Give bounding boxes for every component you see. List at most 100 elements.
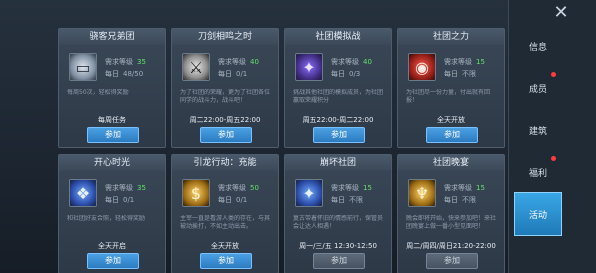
required-level-label: 需求等级	[218, 58, 246, 66]
join-button[interactable]: 参加	[200, 127, 252, 143]
activity-description: 复古带着怀旧的情感前行，保管员会让达人相遇！	[293, 215, 384, 230]
required-level: 需求等级 15	[444, 57, 485, 67]
required-level-value: 15	[476, 58, 485, 66]
side-tab[interactable]: 成员	[514, 66, 562, 110]
daily-count-label: 每日	[444, 70, 458, 78]
daily-count-value: 0/1	[123, 196, 135, 204]
activity-schedule: 周二/周四/周日21:20-22:00	[406, 242, 496, 250]
required-level-value: 50	[250, 184, 259, 192]
activity-schedule: 周二22:00-周五22:00	[189, 116, 261, 124]
side-tab-label: 活动	[528, 210, 547, 221]
daily-count: 每日 不限	[444, 195, 476, 205]
activity-title: 开心时光	[59, 155, 165, 171]
daily-count-label: 每日	[331, 196, 345, 204]
required-level-value: 15	[476, 184, 485, 192]
activity-body: $ 需求等级 50 每日 0/1 主宰一直是看游人类的存在，与其被动挨打，不如主动出击。全…	[172, 171, 278, 273]
close-icon[interactable]: ✕	[546, 0, 576, 26]
daily-count-label: 每日	[105, 70, 119, 78]
side-tab[interactable]: 福利	[514, 150, 562, 194]
join-button[interactable]: 参加	[313, 127, 365, 143]
notification-dot-icon	[551, 72, 556, 77]
activity-body: ◉ 需求等级 15 每日 不限为社团尽一份力量，付出就有回报！ 全天开放参加	[398, 45, 504, 147]
daily-count: 每日 不限	[331, 195, 363, 205]
join-button[interactable]: 参加	[313, 253, 365, 269]
activity-card: 社团之力 ◉ 需求等级 15 每日 不限 为社团尽一份力量，付出就有回报！ 全天开放 参加	[397, 28, 505, 148]
required-level: 需求等级 35	[105, 57, 146, 67]
activity-description: 晚会即将开始，快来参加吧！来社团晚宴上做一番小型见面吧！	[406, 215, 497, 230]
activity-card: 刀剑相鸣之时 ⚔ 需求等级 40 每日 0/1 为了社团的荣耀，更为了社团各位同学的战斗力，…	[171, 28, 279, 148]
activity-schedule: 全天开启	[98, 242, 126, 250]
required-level-value: 40	[250, 58, 259, 66]
activity-description: 挑战其他社团的模拟成员，为社团赢取荣耀积分	[293, 89, 384, 104]
activity-body: ♆ 需求等级 15 每日 不限 晚会即将开始，快来参加吧！来社团晚宴上做一番小型见面吧！周…	[398, 171, 504, 273]
activity-description: 每周50次，轻松得奖励	[67, 89, 129, 96]
daily-count-label: 每日	[218, 70, 232, 78]
activity-schedule: 全天开放	[437, 116, 465, 124]
required-level-label: 需求等级	[218, 184, 246, 192]
required-level-label: 需求等级	[331, 184, 359, 192]
required-level: 需求等级 15	[331, 183, 372, 193]
join-button[interactable]: 参加	[87, 253, 139, 269]
required-level: 需求等级 35	[105, 183, 146, 193]
required-level-label: 需求等级	[105, 184, 133, 192]
join-button[interactable]: 参加	[87, 127, 139, 143]
activity-title: 引龙行动：充能	[172, 155, 278, 171]
power-icon: ◉	[408, 53, 436, 81]
required-level: 需求等级 40	[218, 57, 259, 67]
activity-schedule: 周一/三/五 12:30-12:50	[299, 242, 377, 250]
required-level-label: 需求等级	[331, 58, 359, 66]
side-tab-label: 成员	[528, 84, 547, 95]
blue-crest-icon: ✦	[295, 179, 323, 207]
required-level: 需求等级 50	[218, 183, 259, 193]
daily-count: 每日 0/1	[218, 195, 247, 205]
daily-count-value: 0/1	[236, 70, 248, 78]
activity-body: ✦ 需求等级 40 每日 0/3 挑战其他社团的模拟成员，为社团赢取荣耀积分 周五22:00…	[285, 45, 391, 147]
side-tab-label: 福利	[528, 168, 547, 179]
activity-title: 社团晚宴	[398, 155, 504, 171]
daily-count-value: 48/50	[123, 70, 144, 78]
join-button[interactable]: 参加	[426, 253, 478, 269]
activity-card: 社团模拟战 ✦ 需求等级 40 每日 0/3 挑战其他社团的模拟成员，为社团赢取荣耀积分 周五…	[284, 28, 392, 148]
side-tab[interactable]: 信息	[514, 24, 562, 68]
side-tab-label: 建筑	[528, 126, 547, 137]
daily-count-value: 不限	[349, 196, 363, 204]
side-tab[interactable]: 建筑	[514, 108, 562, 152]
side-tab-label: 信息	[528, 42, 547, 53]
required-level-value: 35	[137, 184, 146, 192]
activity-card: 骁客兄弟团 ▭ 需求等级 35 每日 48/50 每周50次，轻松得奖励 每周任务 参加	[58, 28, 166, 148]
side-tab[interactable]: 活动	[514, 192, 562, 236]
daily-count-label: 每日	[331, 70, 345, 78]
daily-count: 每日 不限	[444, 69, 476, 79]
daily-count-value: 0/3	[349, 70, 361, 78]
required-level-value: 35	[137, 58, 146, 66]
activity-title: 社团模拟战	[285, 29, 391, 45]
required-level-label: 需求等级	[105, 58, 133, 66]
activity-title: 骁客兄弟团	[59, 29, 165, 45]
activity-card: 引龙行动：充能 $ 需求等级 50 每日 0/1 主宰一直是看游人类的存在，与其被动挨打，不…	[171, 154, 279, 273]
join-button[interactable]: 参加	[200, 253, 252, 269]
activity-description: 主宰一直是看游人类的存在，与其被动挨打，不如主动出击。	[180, 215, 271, 230]
photos-icon: ❖	[69, 179, 97, 207]
daily-count-label: 每日	[105, 196, 119, 204]
sword-emblem-icon: ⚔	[182, 53, 210, 81]
activity-schedule: 周五22:00-周二22:00	[302, 116, 374, 124]
required-level-value: 40	[363, 58, 372, 66]
activity-card: 开心时光 ❖ 需求等级 35 每日 0/1 和社团好友合照，轻松得奖励全天开启参加	[58, 154, 166, 273]
activity-grid: 骁客兄弟团 ▭ 需求等级 35 每日 48/50 每周50次，轻松得奖励 每周任务 参加 刀剑相鸣…	[58, 28, 508, 273]
activity-description: 为社团尽一份力量，付出就有回报！	[406, 89, 491, 104]
daily-count-value: 不限	[462, 196, 476, 204]
activity-schedule: 全天开放	[211, 242, 239, 250]
daily-count: 每日 48/50	[105, 69, 143, 79]
activity-body: ⚔ 需求等级 40 每日 0/1 为了社团的荣耀，更为了社团各位同学的战斗力，战斗吧！ 周二…	[172, 45, 278, 147]
activity-body: ✦ 需求等级 15 每日 不限复古带着怀旧的情感前行，保管员会让达人相遇！ 周一/三/五 …	[285, 171, 391, 273]
join-button[interactable]: 参加	[426, 127, 478, 143]
activity-body: ▭ 需求等级 35 每日 48/50 每周50次，轻松得奖励 每周任务 参加	[59, 45, 165, 147]
activity-title: 刀剑相鸣之时	[172, 29, 278, 45]
daily-count-label: 每日	[218, 196, 232, 204]
required-level: 需求等级 40	[331, 57, 372, 67]
activity-title: 崩坏社团	[285, 155, 391, 171]
notification-dot-icon	[551, 156, 556, 161]
required-level: 需求等级 15	[444, 183, 485, 193]
activity-description: 和社团好友合照，轻松得奖励	[67, 215, 146, 222]
dragon-coin-icon: $	[182, 179, 210, 207]
